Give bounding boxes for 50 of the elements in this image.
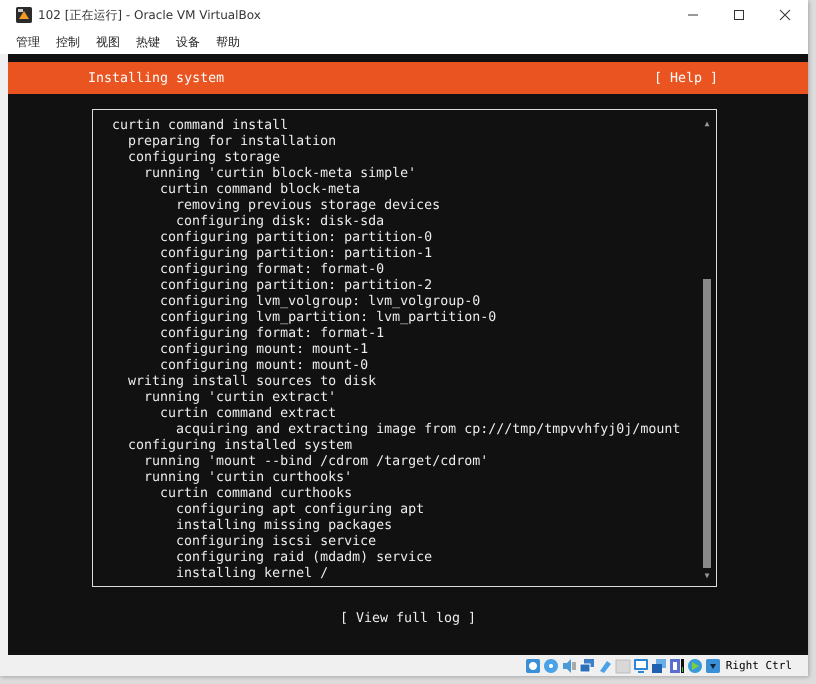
log-line: curtin command block-meta — [160, 182, 360, 197]
log-line: configuring partition: partition-2 — [160, 278, 432, 293]
log-line: acquiring and extracting image from cp:///tmp/tmpvvhfyj0j/mount — [176, 422, 680, 437]
log-line: running 'curtin block-meta simple' — [144, 166, 416, 181]
log-line: running 'mount --bind /cdrom /target/cdrom' — [144, 454, 488, 469]
scroll-up-arrow[interactable]: ▲ — [704, 118, 710, 130]
log-line: running 'curtin extract' — [144, 390, 336, 405]
scrollbar-thumb[interactable] — [703, 278, 711, 568]
monitor-icon[interactable] — [632, 658, 649, 674]
log-line: configuring disk: disk-sda — [176, 214, 384, 229]
log-line: configuring lvm_partition: lvm_partition-0 — [160, 310, 496, 325]
menu-item[interactable]: 控制 — [48, 32, 88, 52]
log-line: configuring format: format-0 — [160, 262, 384, 277]
menu-item[interactable]: 帮助 — [208, 32, 248, 52]
log-line: configuring lvm_volgroup: lvm_volgroup-0 — [160, 294, 480, 309]
log-line: configuring mount: mount-0 — [160, 358, 368, 373]
menu-item[interactable]: 热键 — [128, 32, 168, 52]
log-line: running 'curtin curthooks' — [144, 470, 352, 485]
scroll-down-arrow[interactable]: ▼ — [704, 570, 710, 582]
chip-icon[interactable] — [668, 658, 685, 674]
log-line: configuring apt configuring apt — [176, 502, 424, 517]
log-line: curtin command extract — [160, 406, 336, 421]
network-icon[interactable] — [578, 658, 595, 674]
log-line: configuring partition: partition-1 — [160, 246, 432, 261]
menu-item[interactable]: 设备 — [168, 32, 208, 52]
log-line: writing install sources to disk — [128, 374, 376, 389]
app-icon — [16, 7, 32, 23]
windows-icon[interactable] — [650, 658, 667, 674]
menu-item[interactable]: 视图 — [88, 32, 128, 52]
log-line: configuring iscsi service — [176, 534, 376, 549]
log-line: configuring format: format-1 — [160, 326, 384, 341]
log-line: curtin command curthooks — [160, 486, 352, 501]
speaker-icon[interactable] — [560, 658, 577, 674]
log-line: preparing for installation — [128, 134, 336, 149]
window-title: 102 [正在运行] - Oracle VM VirtualBox — [38, 6, 261, 24]
log-line: configuring raid (mdadm) service — [176, 550, 432, 565]
log-line: installing missing packages — [176, 518, 392, 533]
view-log-button[interactable]: [ View full log ] — [340, 611, 476, 626]
header-title: Installing system — [88, 70, 224, 86]
log-line: configuring storage — [128, 150, 280, 165]
log-line: configuring installed system — [128, 438, 352, 453]
menu-item[interactable]: 管理 — [8, 32, 48, 52]
log-line: configuring mount: mount-1 — [160, 342, 368, 357]
log-line: configuring partition: partition-0 — [160, 230, 432, 245]
log-line: removing previous storage devices — [176, 198, 440, 213]
log-line: curtin command install — [112, 118, 288, 133]
help-button[interactable]: [ Help ] — [654, 70, 718, 86]
log-line: installing kernel / — [176, 566, 328, 581]
optical-disc-icon[interactable] — [542, 658, 559, 674]
host-key-label: Right Ctrl — [726, 659, 792, 672]
